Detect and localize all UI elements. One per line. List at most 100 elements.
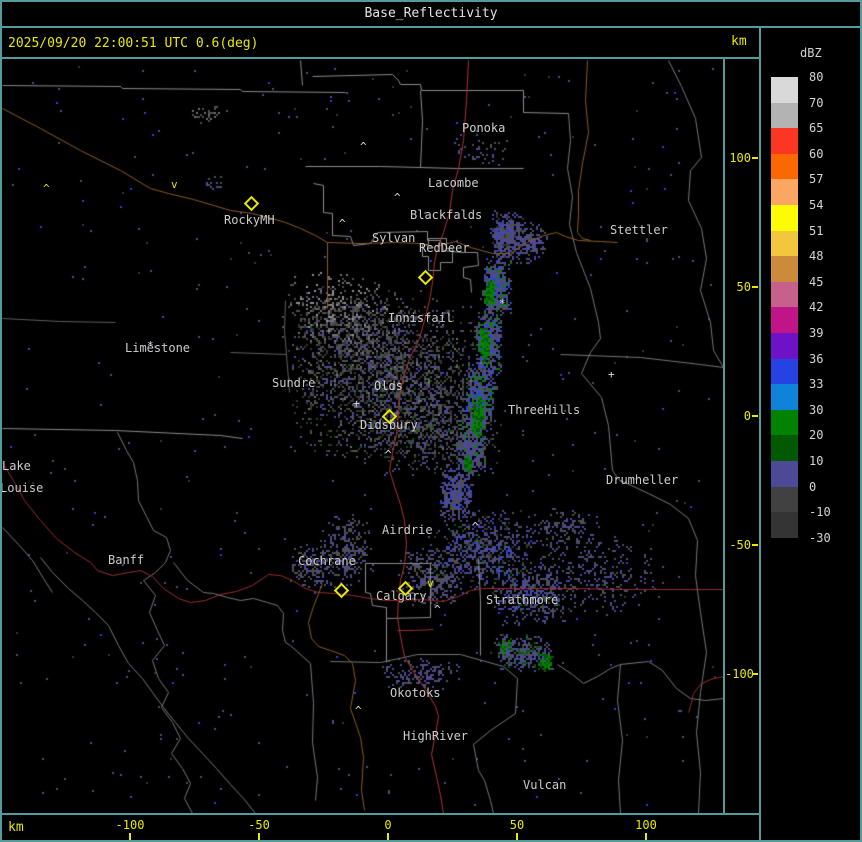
colorbar-swatch (771, 384, 798, 410)
city-label: Okotoks (390, 686, 441, 700)
colorbar-level-label: 39 (809, 326, 824, 340)
city-label: Sylvan (372, 231, 416, 245)
point-marker-icon: + (353, 397, 360, 410)
point-marker-icon: v (171, 178, 178, 191)
city-label: Limestone (125, 341, 191, 355)
colorbar-level-label: 57 (809, 172, 824, 187)
colorbar-swatch (771, 512, 798, 538)
city-label: Louise (0, 481, 44, 495)
point-marker-icon: ^ (355, 704, 362, 717)
colorbar-level-label: 20 (809, 428, 824, 443)
y-tick-mark (752, 415, 758, 417)
y-axis: 100 50 0 -50 -100 (725, 59, 759, 813)
colorbar-left-border (759, 28, 761, 840)
x-tick-mark (645, 833, 647, 840)
y-axis-unit-label: km (731, 34, 747, 49)
city-label: Cochrane (298, 554, 356, 568)
colorbar-level-label: -10 (809, 505, 831, 520)
city-label: Strathmore (486, 593, 559, 607)
colorbar-swatch (771, 461, 798, 487)
colorbar-swatch (771, 179, 798, 205)
point-marker-icon: ^ (385, 448, 392, 461)
x-tick-label: -50 (248, 818, 270, 832)
city-label: Sundre (272, 376, 316, 390)
map-right-border (723, 59, 725, 815)
colorbar-swatch (771, 205, 798, 231)
point-marker-icon: + (608, 368, 615, 381)
colorbar-level-label: 42 (809, 300, 824, 315)
y-tick-mark (752, 673, 758, 675)
x-tick-mark (387, 833, 389, 840)
colorbar-level-label: 33 (809, 377, 824, 392)
radar-map-canvas[interactable] (2, 59, 723, 813)
colorbar-level-label: 60 (809, 146, 824, 161)
colorbar-swatch (771, 307, 798, 333)
colorbar-level-label: 70 (809, 95, 824, 110)
map-bottom-border (2, 813, 759, 815)
point-marker-icon: ^ (434, 603, 441, 616)
city-label: ThreeHills (508, 403, 581, 417)
title-bar: Base_Reflectivity (0, 0, 862, 26)
city-label: Innisfail (388, 311, 454, 325)
colorbar-level-label: 45 (809, 274, 824, 289)
colorbar-swatch (771, 256, 798, 282)
x-axis: km -100 -50 0 50 100 (2, 815, 759, 840)
city-label: Lake (2, 459, 31, 473)
y-tick-label: 0 (743, 409, 751, 423)
colorbar-level-label: 30 (809, 402, 824, 417)
colorbar-level-label: 48 (809, 249, 824, 264)
colorbar-level-label: -30 (809, 530, 831, 545)
colorbar-swatch (771, 333, 798, 359)
colorbar-title: dBZ (800, 46, 822, 60)
city-label: Stettler (610, 223, 668, 237)
colorbar-swatch (771, 230, 798, 257)
city-label: Ponoka (462, 121, 506, 135)
point-marker-icon: * (499, 297, 506, 310)
colorbar-level-label: 10 (809, 454, 824, 468)
colorbar-swatch (771, 358, 798, 385)
colorbar-panel: dBZ 80 70 65 60 57 54 51 48 45 42 39 36 33 30 20 10 0 -10… (761, 28, 860, 840)
y-tick-label: -50 (729, 538, 751, 552)
city-label: Vulcan (523, 778, 567, 792)
colorbar-level-label: 51 (809, 223, 824, 238)
point-marker-icon: * (147, 339, 154, 352)
city-label: Drumheller (606, 473, 679, 487)
x-axis-unit-label: km (8, 820, 24, 835)
city-label: Banff (108, 553, 145, 567)
y-tick-label: 100 (729, 151, 751, 165)
city-label: Airdrie (382, 523, 433, 537)
radar-app-window: Base_Reflectivity 2025/09/20 22:00:51 UT… (0, 0, 862, 842)
city-label: Lacombe (428, 176, 479, 190)
x-tick-mark (516, 833, 518, 840)
city-label: HighRiver (403, 729, 469, 743)
radar-map-area: Ponoka Lacombe Blackfalds Sylvan RedDeer Stet… (0, 59, 723, 813)
city-label: Blackfalds (410, 208, 483, 222)
y-tick-label: 50 (736, 280, 751, 294)
city-label: RockyMH (224, 213, 275, 227)
colorbar-swatch (771, 153, 798, 180)
colorbar-swatch (771, 128, 798, 154)
colorbar-swatch (771, 486, 798, 513)
colorbar-swatch (771, 281, 798, 308)
colorbar-level-label: 80 (809, 70, 824, 84)
x-tick-label: -100 (115, 818, 145, 832)
timestamp-label: 2025/09/20 22:00:51 UTC 0.6(deg) (8, 36, 259, 51)
point-marker-icon: ^ (339, 217, 346, 230)
y-tick-label: -100 (725, 667, 754, 681)
colorbar-swatch (771, 77, 798, 103)
point-marker-icon: ^ (394, 191, 401, 204)
y-tick-mark (752, 286, 758, 288)
x-tick-label: 0 (384, 818, 392, 832)
point-marker-icon: ^ (360, 140, 367, 153)
city-label: Olds (374, 379, 403, 393)
y-tick-mark (752, 544, 758, 546)
divider-under-title (0, 26, 862, 28)
window-border-top (0, 0, 862, 2)
colorbar-level-label: 36 (809, 351, 824, 366)
point-marker-icon: ^ (472, 520, 479, 533)
x-tick-label: 100 (635, 818, 657, 832)
x-tick-mark (129, 833, 131, 840)
point-marker-icon: v (427, 577, 434, 590)
colorbar-level-label: 54 (809, 198, 824, 212)
window-border-left (0, 0, 2, 842)
